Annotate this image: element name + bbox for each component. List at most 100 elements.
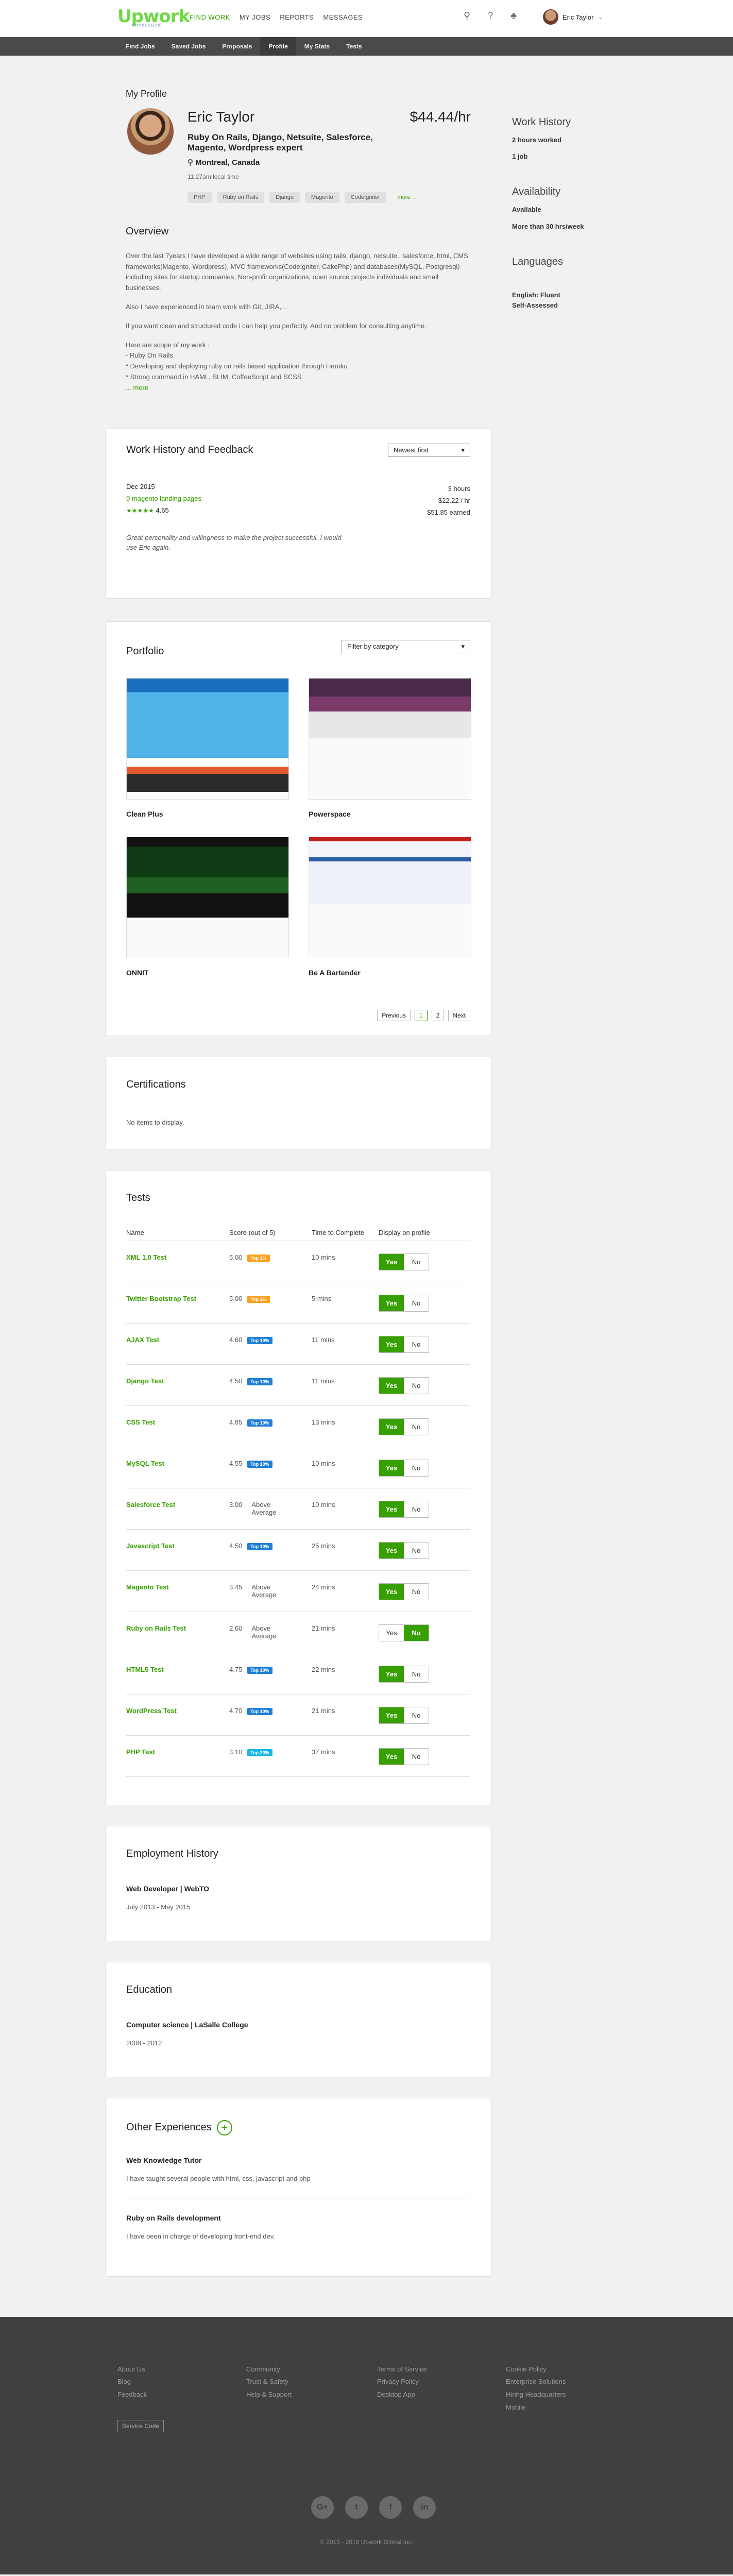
display-toggle[interactable]: Yes No — [379, 1377, 429, 1394]
portfolio-thumbnail[interactable] — [126, 836, 289, 958]
display-toggle[interactable]: Yes No — [379, 1294, 429, 1312]
display-no-button[interactable]: No — [404, 1583, 429, 1600]
display-toggle[interactable]: Yes No — [379, 1706, 429, 1724]
display-no-button[interactable]: No — [404, 1666, 429, 1682]
portfolio-item[interactable]: Powerspace — [309, 677, 471, 818]
nav-find-work[interactable]: FIND WORK — [190, 13, 230, 21]
test-name-link[interactable]: PHP Test — [126, 1748, 155, 1756]
twitter-icon[interactable]: t — [345, 2496, 368, 2519]
footer-link[interactable]: Enterprise Solutions — [506, 2376, 566, 2388]
display-yes-button[interactable]: Yes — [379, 1460, 404, 1476]
display-no-button[interactable]: No — [404, 1336, 429, 1352]
service-code-button[interactable]: Service Code — [117, 2419, 164, 2432]
display-yes-button[interactable]: Yes — [379, 1501, 404, 1517]
display-toggle[interactable]: Yes No — [379, 1624, 429, 1641]
subnav-saved-jobs[interactable]: Saved Jobs — [163, 37, 214, 56]
display-no-button[interactable]: No — [404, 1707, 429, 1723]
test-name-link[interactable]: CSS Test — [126, 1418, 155, 1426]
display-toggle[interactable]: Yes No — [379, 1459, 429, 1477]
footer-link[interactable]: Cookie Policy — [506, 2363, 566, 2376]
display-no-button[interactable]: No — [404, 1460, 429, 1476]
pager-page[interactable]: 2 — [431, 1009, 445, 1021]
category-filter[interactable]: Filter by category ▾ — [342, 640, 470, 654]
portfolio-thumbnail[interactable] — [309, 677, 471, 800]
skill-tag[interactable]: Magento — [304, 191, 339, 203]
display-toggle[interactable]: Yes No — [379, 1665, 429, 1683]
footer-link[interactable]: Help & Support — [246, 2388, 292, 2401]
display-yes-button[interactable]: Yes — [379, 1295, 404, 1311]
test-name-link[interactable]: Django Test — [126, 1377, 164, 1385]
test-name-link[interactable]: HTML5 Test — [126, 1666, 164, 1673]
test-name-link[interactable]: Twitter Bootstrap Test — [126, 1295, 196, 1302]
display-no-button[interactable]: No — [404, 1295, 429, 1311]
test-name-link[interactable]: MySQL Test — [126, 1460, 164, 1467]
google-plus-icon[interactable]: G+ — [311, 2496, 334, 2519]
test-name-link[interactable]: Magento Test — [126, 1583, 169, 1591]
skill-tag[interactable]: PHP — [187, 191, 212, 203]
footer-link[interactable]: Terms of Service — [377, 2363, 427, 2376]
display-no-button[interactable]: No — [404, 1501, 429, 1517]
portfolio-item-title[interactable]: Powerspace — [309, 810, 471, 818]
display-toggle[interactable]: Yes No — [379, 1583, 429, 1600]
overview-more-link[interactable]: ... more — [126, 384, 148, 392]
footer-link[interactable]: Hiring Headquarters — [506, 2388, 566, 2401]
test-name-link[interactable]: Javascript Test — [126, 1542, 175, 1550]
nav-messages[interactable]: MESSAGES — [323, 13, 363, 21]
subnav-proposals[interactable]: Proposals — [214, 37, 260, 56]
portfolio-item-title[interactable]: ONNIT — [126, 969, 289, 977]
nav-reports[interactable]: REPORTS — [280, 13, 314, 21]
footer-link[interactable]: Community — [246, 2363, 292, 2376]
display-toggle[interactable]: Yes No — [379, 1418, 429, 1435]
display-yes-button[interactable]: Yes — [379, 1583, 404, 1600]
skills-more-link[interactable]: more → — [391, 192, 424, 203]
footer-link[interactable]: Mobile — [506, 2401, 566, 2414]
test-name-link[interactable]: XML 1.0 Test — [126, 1253, 166, 1261]
add-experience-button[interactable]: + — [216, 2120, 232, 2136]
skill-tag[interactable]: Ruby on Rails — [216, 191, 265, 203]
display-no-button[interactable]: No — [404, 1418, 429, 1435]
portfolio-item-title[interactable]: Clean Plus — [126, 810, 289, 818]
footer-link[interactable]: Privacy Policy — [377, 2376, 427, 2388]
display-toggle[interactable]: Yes No — [379, 1335, 429, 1353]
portfolio-thumbnail[interactable] — [309, 836, 471, 958]
nav-my-jobs[interactable]: MY JOBS — [240, 13, 270, 21]
subnav-tests[interactable]: Tests — [338, 37, 370, 56]
bell-icon[interactable]: ♣ — [510, 10, 517, 21]
portfolio-item[interactable]: ONNIT — [126, 836, 289, 977]
display-no-button[interactable]: No — [404, 1624, 429, 1641]
test-name-link[interactable]: Ruby on Rails Test — [126, 1624, 186, 1632]
search-icon[interactable]: ⚲ — [464, 10, 470, 21]
portfolio-thumbnail[interactable] — [126, 677, 289, 800]
pager-next[interactable]: Next — [448, 1009, 470, 1021]
skill-tag[interactable]: CodeIgniter — [344, 191, 386, 203]
display-toggle[interactable]: Yes No — [379, 1748, 429, 1765]
footer-link[interactable]: Feedback — [117, 2388, 147, 2401]
portfolio-item[interactable]: Clean Plus — [126, 677, 289, 818]
display-yes-button[interactable]: Yes — [379, 1377, 404, 1394]
display-yes-button[interactable]: Yes — [379, 1253, 404, 1270]
display-toggle[interactable]: Yes No — [379, 1500, 429, 1518]
user-menu[interactable]: Eric Taylor ⌄ — [543, 9, 603, 25]
portfolio-item[interactable]: Be A Bartender — [309, 836, 471, 977]
footer-link[interactable]: Trust & Safety — [246, 2376, 292, 2388]
linkedin-icon[interactable]: in — [413, 2496, 436, 2519]
subnav-find-jobs[interactable]: Find Jobs — [117, 37, 163, 56]
display-yes-button[interactable]: Yes — [379, 1336, 404, 1352]
display-no-button[interactable]: No — [404, 1542, 429, 1558]
display-yes-button[interactable]: Yes — [379, 1624, 404, 1641]
test-name-link[interactable]: AJAX Test — [126, 1336, 159, 1344]
facebook-icon[interactable]: f — [379, 2496, 402, 2519]
test-name-link[interactable]: Salesforce Test — [126, 1501, 175, 1509]
display-no-button[interactable]: No — [404, 1377, 429, 1394]
help-icon[interactable]: ? — [488, 10, 493, 21]
display-yes-button[interactable]: Yes — [379, 1666, 404, 1682]
display-no-button[interactable]: No — [404, 1253, 429, 1270]
skill-tag[interactable]: Django — [269, 191, 300, 203]
pager-previous[interactable]: Previous — [377, 1009, 411, 1021]
display-yes-button[interactable]: Yes — [379, 1418, 404, 1435]
subnav-profile[interactable]: Profile — [260, 37, 296, 56]
footer-link[interactable]: Blog — [117, 2376, 147, 2388]
portfolio-item-title[interactable]: Be A Bartender — [309, 969, 471, 977]
test-name-link[interactable]: WordPress Test — [126, 1707, 177, 1715]
display-toggle[interactable]: Yes No — [379, 1253, 429, 1270]
